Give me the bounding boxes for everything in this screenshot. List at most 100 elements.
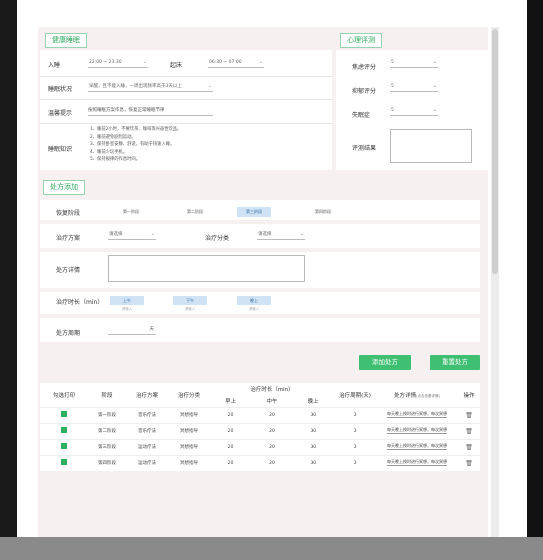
slot-afternoon-input[interactable]: 请输入 [173, 307, 207, 312]
row-checkbox[interactable] [61, 443, 67, 449]
cell-noon: 20 [251, 438, 293, 455]
col-pm: 晚上 [307, 398, 319, 405]
cell-am: 20 [210, 438, 252, 455]
cell-noon: 20 [251, 406, 293, 423]
cell-days: 3 [334, 438, 376, 455]
cell-stage: 第三阶段 [88, 438, 126, 455]
insomnia-label: 失眠症 [352, 112, 371, 119]
trash-icon[interactable]: 🗑 [465, 412, 473, 419]
table-row: 第一阶段 音乐疗法 冥想指导 20 20 30 3 每天晚上按时进行冥想，每次冥… [40, 406, 480, 423]
bedtime-select[interactable]: 22:00 ~ 23:30 ⌄ [88, 58, 148, 68]
chevron-down-icon: ⌄ [432, 107, 437, 113]
trash-icon[interactable]: 🗑 [465, 444, 473, 451]
cell-stage: 第四阶段 [88, 454, 126, 471]
status-select[interactable]: 早醒，且不能入睡，一周出现频率高于3天以上 ⌄ [88, 82, 213, 92]
col-detail: 处方详情(点击查看详情) [376, 383, 458, 407]
cell-pm: 30 [292, 454, 334, 471]
plan-select[interactable]: 请选择 ⌄ [108, 230, 156, 240]
cell-stage: 第二阶段 [88, 422, 126, 439]
slot-morning-input[interactable]: 请输入 [110, 307, 144, 312]
trash-icon[interactable]: 🗑 [465, 428, 473, 435]
category-select[interactable]: 请选择 ⌄ [257, 230, 305, 240]
cell-plan: 运动疗法 [126, 438, 168, 455]
cell-category: 冥想指导 [168, 422, 210, 439]
row-checkbox[interactable] [61, 411, 67, 417]
section-title-psych: 心理评测 [340, 33, 382, 48]
cell-detail[interactable]: 每天晚上按时进行冥想，每次冥想后记录 [387, 459, 447, 466]
reset-prescription-button[interactable]: 重置处方 [430, 355, 480, 370]
duration-label: 治疗时长（min） [56, 299, 104, 306]
cell-detail[interactable]: 每天晚上按时进行冥想，每次冥想后记录 [387, 427, 447, 434]
col-print: 勾选打印 [52, 392, 75, 399]
cell-am: 20 [210, 454, 252, 471]
cycle-row [40, 318, 480, 342]
knowledge-text: 1、睡前2小时，不要饮茶、咖啡等兴奋性饮品。 2、睡前避免剧烈运动。 3、保持卧… [90, 127, 182, 162]
trash-icon[interactable]: 🗑 [465, 460, 473, 467]
col-noon: 中午 [266, 398, 278, 405]
chevron-down-icon: ⌄ [142, 59, 147, 65]
result-label: 评测结果 [352, 145, 377, 152]
cell-detail[interactable]: 每天晚上按时进行冥想，每次冥想后记录 [387, 411, 447, 418]
depression-label: 抑郁评分 [352, 88, 377, 95]
cell-category: 冥想指导 [168, 406, 210, 423]
chevron-down-icon: ⌄ [432, 59, 437, 65]
divider [40, 99, 332, 100]
chevron-down-icon: ⌄ [299, 231, 304, 237]
vertical-scrollbar[interactable] [491, 27, 499, 537]
chevron-down-icon: ⌄ [432, 83, 437, 89]
wake-select[interactable]: 06:30 ~ 07:00 ⌄ [208, 58, 264, 68]
cell-pm: 30 [292, 406, 334, 423]
cell-noon: 20 [251, 422, 293, 439]
anxiety-label: 焦虑评分 [352, 64, 377, 71]
plan-label: 治疗方案 [56, 235, 81, 242]
slot-afternoon-button[interactable]: 下午 [173, 296, 207, 305]
slot-evening-button[interactable]: 晚上 [237, 296, 271, 305]
col-detail-hint: (点击查看详情) [416, 393, 440, 398]
table-row: 第四阶段 运动疗法 冥想指导 20 20 30 3 每天晚上按时进行冥想，每次冥… [40, 454, 480, 471]
category-label: 治疗分类 [205, 235, 230, 242]
row-checkbox[interactable] [61, 427, 67, 433]
cell-category: 冥想指导 [168, 454, 210, 471]
col-days: 治疗周期(天) [339, 392, 371, 399]
advice-label: 温馨提示 [48, 110, 73, 117]
result-textarea[interactable] [390, 129, 472, 163]
cell-detail[interactable]: 每天晚上按时进行冥想，每次冥想后记录 [387, 443, 447, 450]
section-title-prescription: 处方添加 [43, 180, 85, 195]
detail-label: 处方详情 [56, 267, 81, 274]
stage-tab-1[interactable]: 第一阶段 [114, 207, 148, 217]
cycle-input[interactable]: 天 [108, 325, 156, 335]
col-stage: 阶段 [101, 392, 113, 399]
cell-pm: 30 [292, 422, 334, 439]
add-prescription-button[interactable]: 添加处方 [359, 355, 411, 370]
detail-textarea[interactable] [108, 255, 305, 282]
stage-tab-2[interactable]: 第二阶段 [178, 207, 212, 217]
desktop-taskbar [0, 537, 543, 560]
section-title-health: 健康睡眠 [45, 33, 87, 48]
col-duration: 治疗时长（min） [250, 387, 294, 393]
stage-tab-4[interactable]: 第四阶段 [306, 207, 340, 217]
bedtime-label: 入睡 [48, 62, 61, 69]
slot-evening-input[interactable]: 请输入 [237, 307, 271, 312]
divider [40, 123, 332, 124]
col-am: 早上 [225, 398, 237, 405]
wake-label: 起床 [170, 62, 183, 69]
row-checkbox[interactable] [61, 459, 67, 466]
col-plan: 治疗方案 [135, 392, 158, 399]
window-edge [527, 0, 543, 537]
table-row: 第二阶段 音乐疗法 冥想指导 20 20 30 3 每天晚上按时进行冥想，每次冥… [40, 422, 480, 439]
stage-tab-3[interactable]: 第三阶段 [237, 207, 271, 217]
cell-days: 3 [334, 406, 376, 423]
scrollbar-thumb[interactable] [492, 29, 498, 274]
insomnia-select[interactable]: 5 ⌄ [390, 106, 438, 116]
cycle-label: 处方周期 [56, 330, 81, 337]
cell-am: 20 [210, 406, 252, 423]
cell-days: 3 [334, 422, 376, 439]
anxiety-select[interactable]: 5 ⌄ [390, 58, 438, 68]
cell-category: 冥想指导 [168, 438, 210, 455]
prescription-table: 勾选打印 阶段 治疗方案 治疗分类 治疗时长（min） 治疗周期(天) 处方详情… [40, 383, 480, 471]
advice-input[interactable]: 按照睡眠方案作息，恢复正常睡眠节律 [88, 106, 213, 116]
slot-morning-button[interactable]: 上午 [110, 296, 144, 305]
cell-stage: 第一阶段 [88, 406, 126, 423]
depression-select[interactable]: 5 ⌄ [390, 82, 438, 92]
chevron-down-icon: ⌄ [207, 83, 212, 89]
